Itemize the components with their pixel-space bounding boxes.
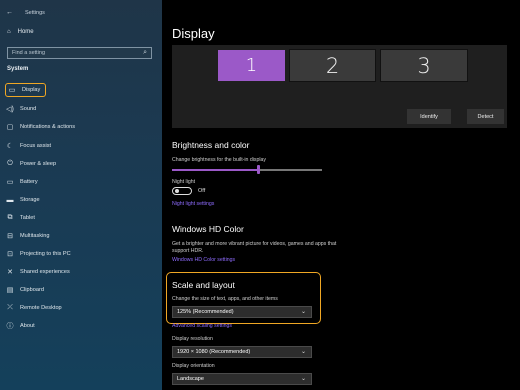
chevron-down-icon: ⌄ [300, 349, 306, 355]
storage-icon: ▬ [6, 196, 14, 204]
hdr-description-line2: support HDR. [172, 248, 204, 254]
power-icon: ⏻ [7, 160, 13, 167]
sidebar-item-sound[interactable]: ◁) Sound [6, 102, 36, 116]
remote-desktop-icon: ⤫ [7, 304, 13, 311]
resolution-select[interactable]: 1920 × 1080 (Recommended) ⌄ [172, 346, 312, 358]
monitor-2[interactable]: 2 [289, 49, 376, 82]
sidebar-item-label: Focus assist [20, 143, 52, 149]
sidebar-item-label: Battery [20, 179, 38, 185]
speaker-icon: ◁) [6, 106, 14, 113]
title-bar: ← Settings [6, 9, 45, 16]
scale-select[interactable]: 125% (Recommended) ⌄ [172, 306, 312, 318]
brightness-slider-thumb[interactable] [257, 165, 260, 174]
sidebar-item-projecting[interactable]: ⊡ Projecting to this PC [6, 247, 71, 261]
scale-heading: Scale and layout [172, 280, 235, 290]
sidebar-item-storage[interactable]: ▬ Storage [6, 193, 40, 207]
sidebar-item-label: Storage [20, 197, 40, 203]
hdr-description-line1: Get a brighter and more vibrant picture … [172, 241, 337, 247]
sidebar-item-remote-desktop[interactable]: ⤫ Remote Desktop [6, 301, 62, 315]
search-icon: ⌕ [143, 49, 147, 56]
sidebar-item-label: Tablet [20, 215, 35, 221]
back-arrow-icon[interactable]: ← [6, 9, 13, 16]
info-icon: ⓘ [6, 323, 14, 330]
sidebar: ← Settings ⌂ Home Find a setting ⌕ Syste… [0, 0, 162, 390]
night-light-toggle[interactable] [172, 187, 192, 195]
sidebar-item-battery[interactable]: ▭ Battery [6, 175, 38, 189]
monitor-3[interactable]: 3 [380, 49, 468, 82]
orientation-select-value: Landscape [177, 376, 204, 382]
brightness-heading: Brightness and color [172, 140, 250, 150]
hdr-settings-link[interactable]: Windows HD Color settings [172, 257, 235, 263]
scale-size-label: Change the size of text, apps, and other… [172, 296, 278, 302]
sidebar-item-display[interactable]: ▭ Display [5, 83, 47, 97]
chevron-down-icon: ⌄ [300, 376, 306, 382]
page-title: Display [172, 26, 215, 41]
section-label: System [7, 66, 29, 72]
shared-experiences-icon: ✕ [7, 269, 13, 276]
clipboard-icon: ▤ [6, 287, 14, 294]
sidebar-item-label: Power & sleep [20, 161, 57, 167]
monitor-icon: ▭ [8, 87, 16, 94]
toggle-knob [175, 189, 179, 193]
multitasking-icon: ⊟ [7, 233, 13, 240]
tablet-icon: ⧉ [7, 214, 13, 221]
home-icon: ⌂ [7, 29, 11, 35]
monitor-arrangement: 1 2 3 [172, 45, 507, 128]
sidebar-item-label: Clipboard [20, 287, 44, 293]
chevron-down-icon: ⌄ [300, 309, 306, 315]
sidebar-item-label: Notifications & actions [20, 124, 76, 130]
identify-button[interactable]: Identify [407, 109, 451, 124]
night-light-state: Off [198, 188, 206, 194]
resolution-label: Display resolution [172, 336, 213, 342]
notifications-icon: ▢ [6, 124, 14, 131]
advanced-scaling-link[interactable]: Advanced scaling settings [172, 323, 232, 329]
sidebar-item-about[interactable]: ⓘ About [6, 319, 35, 333]
sidebar-item-label: About [20, 323, 35, 329]
sidebar-item-shared-experiences[interactable]: ✕ Shared experiences [6, 265, 70, 279]
home-link[interactable]: ⌂ Home [7, 29, 34, 35]
sidebar-item-label: Multitasking [20, 233, 50, 239]
brightness-slider-label: Change brightness for the built-in displ… [172, 157, 267, 163]
detect-button[interactable]: Detect [467, 109, 504, 124]
main-content: Display 1 2 3 Identify Detect Brightness… [162, 0, 520, 390]
sidebar-item-notifications[interactable]: ▢ Notifications & actions [6, 120, 75, 134]
monitor-1[interactable]: 1 [218, 50, 285, 81]
sidebar-item-label: Sound [20, 106, 37, 112]
sidebar-item-label: Projecting to this PC [20, 251, 71, 257]
projecting-icon: ⊡ [7, 251, 13, 258]
orientation-label: Display orientation [172, 363, 215, 369]
window-title: Settings [25, 9, 45, 16]
resolution-select-value: 1920 × 1080 (Recommended) [177, 349, 251, 355]
moon-icon: ☾ [6, 143, 14, 150]
sidebar-item-multitasking[interactable]: ⊟ Multitasking [6, 229, 50, 243]
home-label: Home [17, 29, 34, 35]
sidebar-item-label: Shared experiences [20, 269, 70, 275]
sidebar-item-label: Display [22, 87, 41, 93]
hdr-heading: Windows HD Color [172, 224, 244, 234]
search-placeholder: Find a setting [12, 50, 46, 56]
sidebar-item-clipboard[interactable]: ▤ Clipboard [6, 283, 44, 297]
sidebar-item-power-sleep[interactable]: ⏻ Power & sleep [6, 157, 56, 171]
sidebar-item-focus-assist[interactable]: ☾ Focus assist [6, 139, 51, 153]
orientation-select[interactable]: Landscape ⌄ [172, 373, 312, 385]
search-input[interactable]: Find a setting ⌕ [7, 47, 152, 59]
sidebar-item-tablet[interactable]: ⧉ Tablet [6, 211, 35, 225]
sidebar-item-label: Remote Desktop [20, 305, 62, 311]
night-light-label: Night light [172, 179, 196, 185]
night-light-settings-link[interactable]: Night light settings [172, 201, 214, 207]
battery-icon: ▭ [6, 179, 14, 186]
brightness-slider-fill [172, 169, 257, 171]
scale-select-value: 125% (Recommended) [177, 309, 234, 315]
